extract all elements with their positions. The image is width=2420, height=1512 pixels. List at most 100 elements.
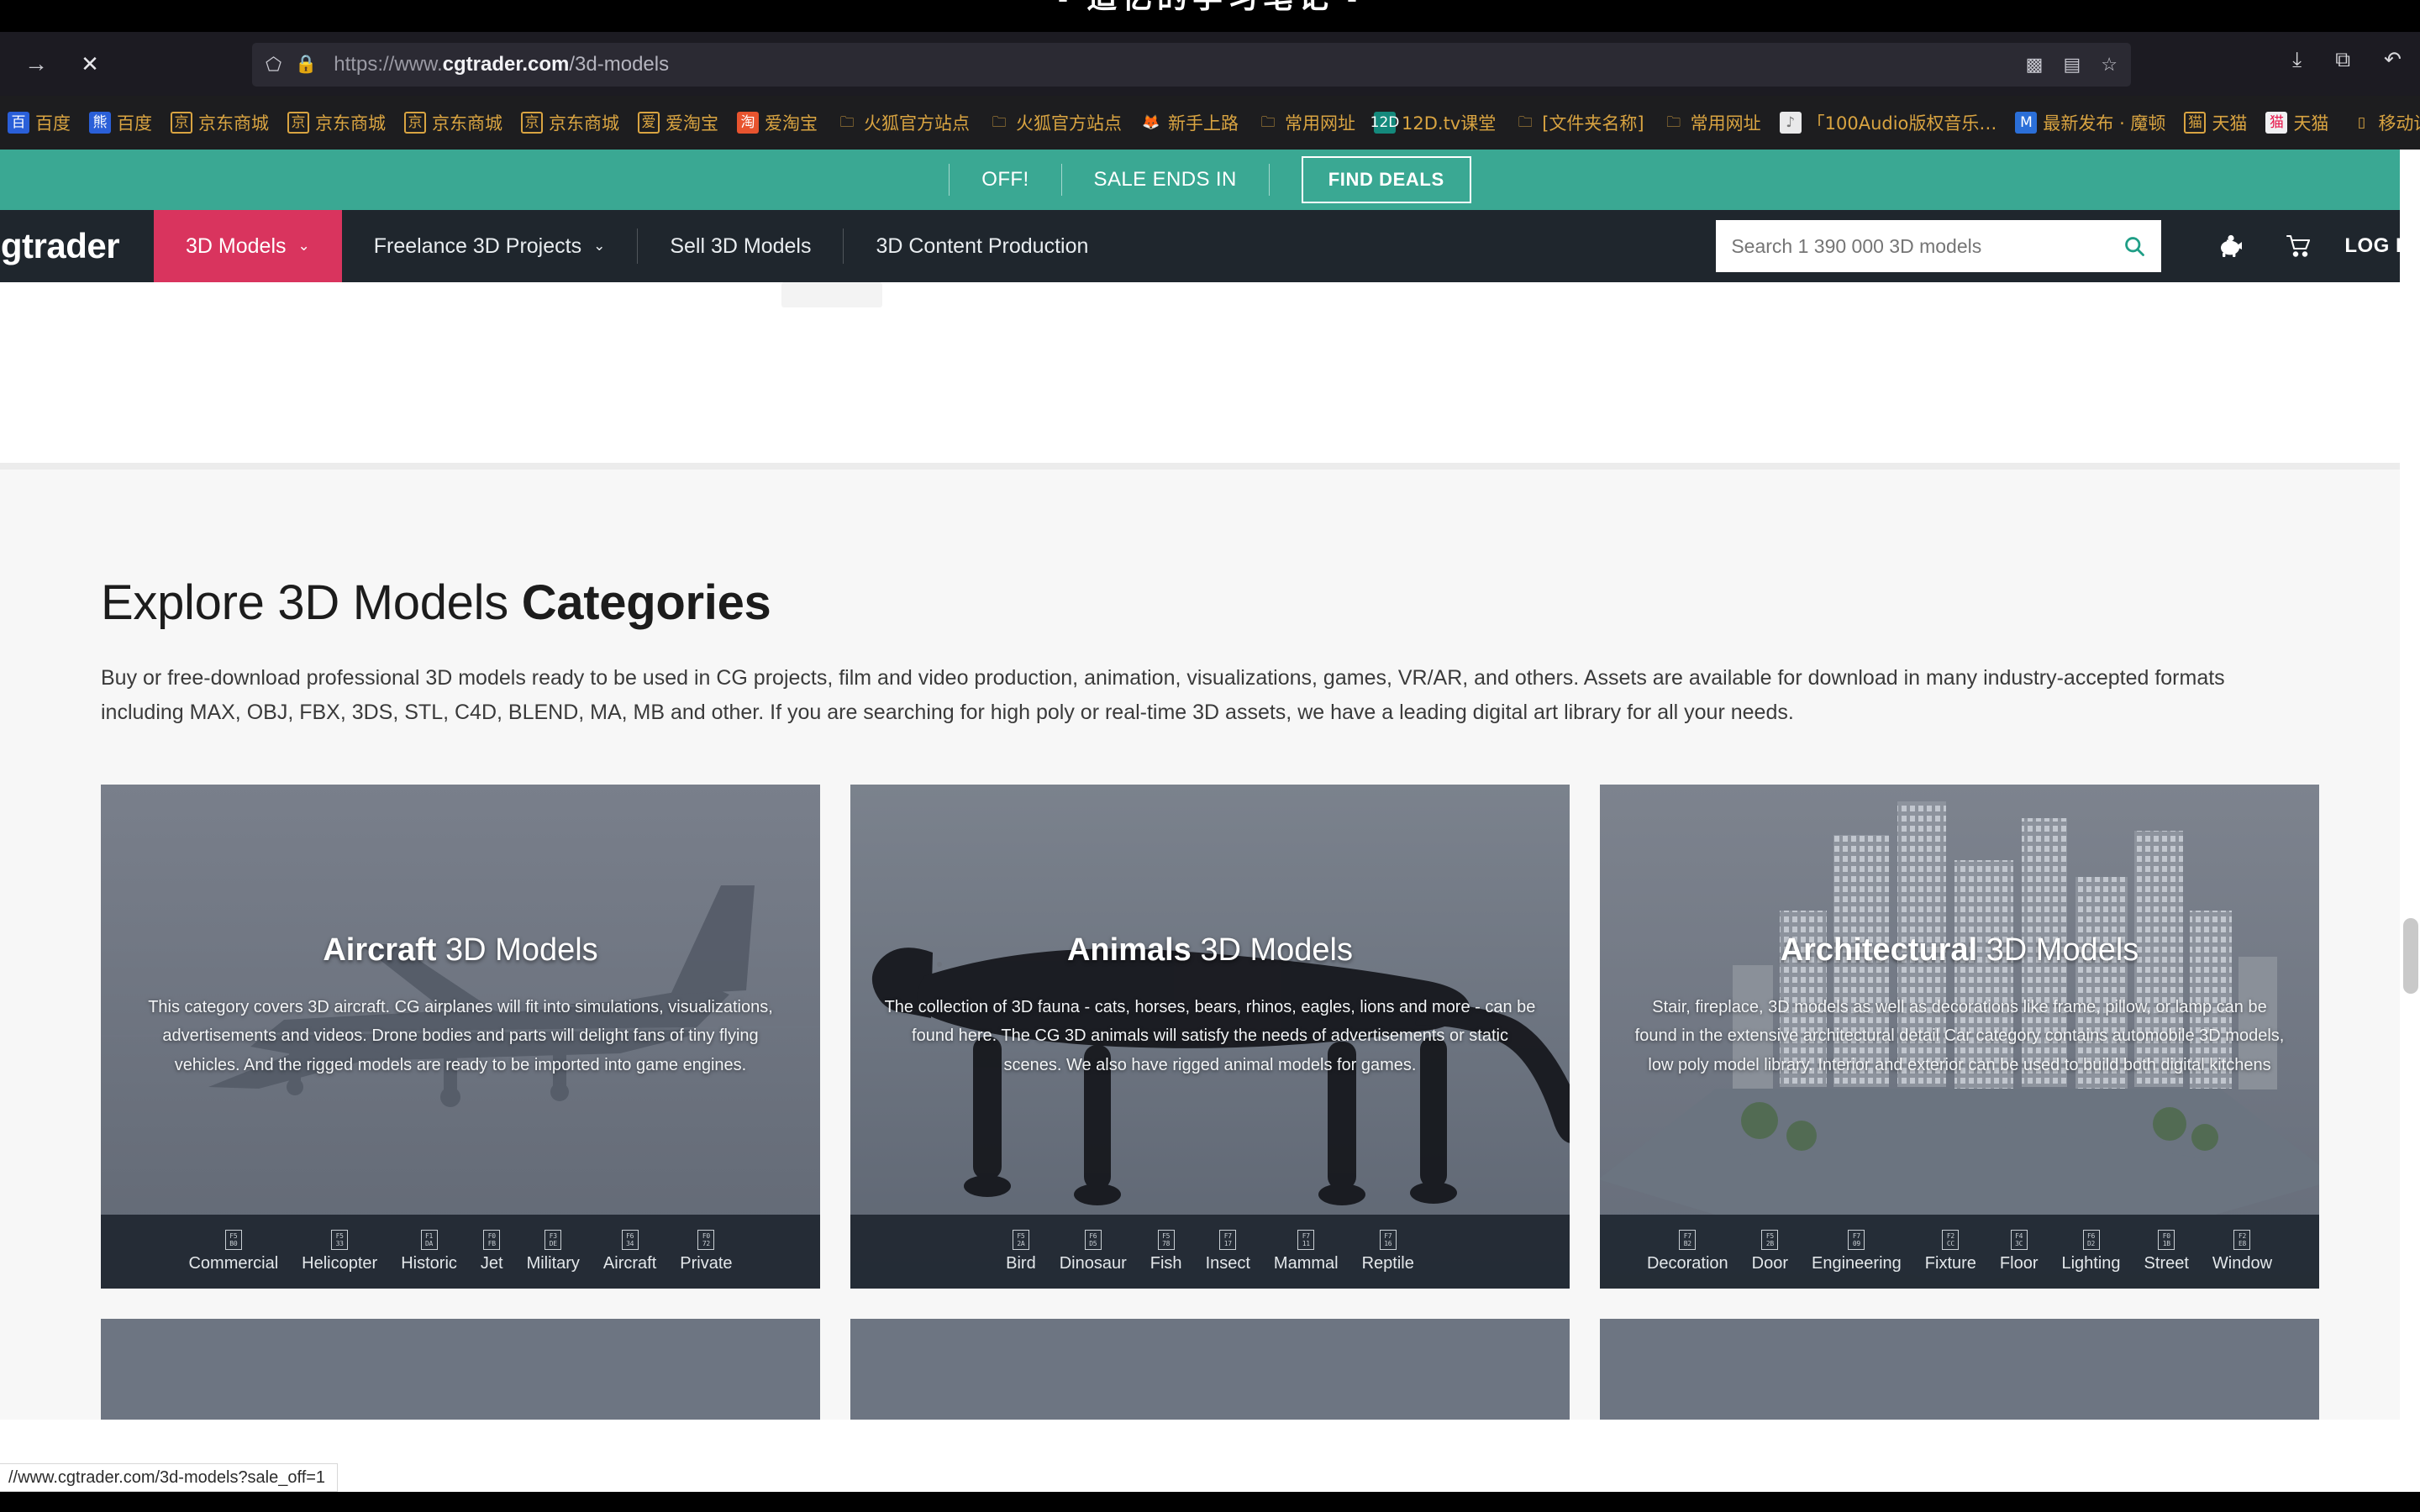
bookmark-item[interactable]: 🗀 火狐官方站点: [981, 107, 1129, 139]
bookmark-item[interactable]: 猫天猫: [2258, 107, 2336, 139]
favicon-icon: 熊: [89, 112, 111, 134]
site-logo[interactable]: cgtrader: [0, 210, 154, 282]
fish-icon: F5 78: [1157, 1230, 1175, 1250]
card-title-light: 3D Models: [1191, 932, 1354, 968]
subcategory-insect[interactable]: F7 17 Insect: [1194, 1230, 1262, 1273]
bookmark-item[interactable]: 🗀 常用网址: [1249, 107, 1363, 139]
category-card-partial[interactable]: [850, 1319, 1570, 1420]
category-card-animals[interactable]: Animals 3D Models The collection of 3D f…: [850, 785, 1570, 1289]
subcategory-mammal[interactable]: F7 11 Mammal: [1262, 1230, 1350, 1273]
qr-icon[interactable]: ▩: [2026, 54, 2044, 76]
piggy-bank-icon[interactable]: [2196, 234, 2265, 259]
forward-arrow-icon[interactable]: →: [22, 50, 50, 78]
subcategory-engineering[interactable]: F7 09 Engineering: [1800, 1230, 1913, 1273]
subcategory-historic[interactable]: F1 DA Historic: [389, 1230, 469, 1273]
bookmark-label: 爱淘宝: [666, 113, 718, 134]
subcategory-floor[interactable]: F4 3C Floor: [1988, 1230, 2050, 1273]
subcategory-dinosaur[interactable]: F6 D5 Dinosaur: [1048, 1230, 1139, 1273]
bookmark-item[interactable]: 🗀 [文件夹名称]: [1507, 107, 1651, 139]
bookmark-label: 京东商城: [549, 113, 619, 134]
historic-icon: F1 DA: [420, 1230, 438, 1250]
page-scrollbar[interactable]: [2400, 150, 2420, 1512]
bookmark-label: 火狐官方站点: [864, 113, 970, 134]
bookmark-item[interactable]: 熊百度: [82, 107, 160, 139]
subcategory-jet[interactable]: F0 FB Jet: [469, 1230, 515, 1273]
search-box[interactable]: [1716, 220, 2162, 272]
desktop-window-title-text: - 追忆的学习笔记 -: [1058, 0, 1362, 13]
shopping-cart-icon[interactable]: [2265, 234, 2333, 259]
favicon-icon: M: [2015, 112, 2038, 134]
category-card-partial[interactable]: [1600, 1319, 2319, 1420]
bookmark-item[interactable]: 京京东商城: [397, 107, 510, 139]
subcategory-label: Floor: [1999, 1254, 2039, 1273]
category-card-aircraft[interactable]: Aircraft 3D Models This category covers …: [101, 785, 820, 1289]
subcategory-door[interactable]: F5 2B Door: [1740, 1230, 1800, 1273]
lock-icon[interactable]: 🔒: [295, 55, 317, 75]
search-input[interactable]: [1731, 234, 2115, 258]
bookmark-item[interactable]: 京京东商城: [513, 107, 627, 139]
mammal-icon: F7 11: [1297, 1230, 1315, 1250]
bookmark-item[interactable]: 🦊 新手上路: [1133, 107, 1246, 139]
subcategory-label: Historic: [401, 1254, 457, 1273]
page-title: Explore 3D Models Categories: [101, 470, 2319, 631]
subcategory-label: Insect: [1205, 1254, 1250, 1273]
undo-icon[interactable]: ↶: [2384, 47, 2402, 72]
bookmark-item[interactable]: 百百度: [0, 107, 78, 139]
subcategory-street[interactable]: F0 1B Street: [2133, 1230, 2201, 1273]
bookmark-label: 新手上路: [1168, 113, 1239, 134]
subcategory-private[interactable]: F0 72 Private: [668, 1230, 744, 1273]
favicon-icon: 百: [8, 112, 29, 134]
subcategory-fish[interactable]: F5 78 Fish: [1139, 1230, 1194, 1273]
subcategory-decoration[interactable]: F7 B2 Decoration: [1635, 1230, 1740, 1273]
bookmark-item[interactable]: 猫天猫: [2176, 107, 2254, 139]
extension-icon[interactable]: ⧉: [2335, 48, 2350, 72]
bookmark-star-icon[interactable]: ☆: [2101, 54, 2118, 76]
subcategory-fixture[interactable]: F2 CC Fixture: [1913, 1230, 1988, 1273]
find-deals-button[interactable]: FIND DEALS: [1301, 156, 1471, 203]
bookmark-item[interactable]: ♪ 「100Audio版权音乐…: [1772, 107, 2005, 139]
nav-item-label: 3D Content Production: [876, 234, 1089, 258]
favicon-icon: 🗀: [992, 113, 1007, 131]
category-card-architectural[interactable]: Architectural 3D Models Stair, fireplace…: [1600, 785, 2319, 1289]
subcategory-aircraft[interactable]: F6 34 Aircraft: [592, 1230, 668, 1273]
favicon-icon: 猫: [2265, 112, 2288, 134]
subcategory-bird[interactable]: F5 2A Bird: [994, 1230, 1048, 1273]
mobile-device-icon: ▯: [2357, 113, 2366, 131]
subcategory-window[interactable]: F2 E8 Window: [2201, 1230, 2284, 1273]
nav-item-sell-3d-models[interactable]: Sell 3D Models: [638, 210, 843, 282]
navbar-right: LOG IN: [1716, 210, 2420, 282]
search-icon[interactable]: [2123, 234, 2146, 258]
subcategory-military[interactable]: F3 DE Military: [515, 1230, 592, 1273]
category-card-partial[interactable]: [101, 1319, 820, 1420]
page-title-bold: Categories: [521, 575, 771, 630]
bookmark-item[interactable]: 京京东商城: [163, 107, 276, 139]
subcategory-label: Helicopter: [302, 1254, 378, 1273]
stop-icon[interactable]: ✕: [76, 50, 104, 78]
shield-icon[interactable]: ⬠: [266, 54, 281, 76]
subcategory-helicopter[interactable]: F5 33 Helicopter: [290, 1230, 389, 1273]
bookmark-item[interactable]: 爱爱淘宝: [630, 107, 726, 139]
subcategory-lighting[interactable]: F6 D2 Lighting: [2049, 1230, 2132, 1273]
address-bar-url: https://www.cgtrader.com/3d-models: [334, 53, 669, 76]
subcategory-reptile[interactable]: F7 16 Reptile: [1350, 1230, 1426, 1273]
bookmark-mobile-devices[interactable]: ▯ 移动设备上的…: [2343, 107, 2420, 139]
nav-item-freelance-3d-projects[interactable]: Freelance 3D Projects ⌄: [342, 210, 638, 282]
favicon-icon: 🗀: [1260, 113, 1276, 131]
bookmark-item[interactable]: 🗀 火狐官方站点: [829, 107, 977, 139]
bookmark-item[interactable]: 京京东商城: [280, 107, 393, 139]
bird-icon: F5 2A: [1012, 1230, 1029, 1250]
bookmark-item[interactable]: 淘爱淘宝: [729, 107, 825, 139]
bookmark-label: 京东商城: [315, 113, 386, 134]
nav-item-3d-content-production[interactable]: 3D Content Production: [844, 210, 1120, 282]
bookmark-item[interactable]: M 最新发布 · 魔顿: [2007, 107, 2173, 139]
subcategory-commercial[interactable]: F5 B0 Commercial: [176, 1230, 290, 1273]
reader-view-icon[interactable]: ▤: [2063, 54, 2081, 76]
bookmark-item[interactable]: 🗀 常用网址: [1655, 107, 1769, 139]
subcategory-label: Bird: [1006, 1254, 1036, 1273]
address-bar[interactable]: ⬠ 🔒 https://www.cgtrader.com/3d-models ▩…: [252, 43, 2131, 87]
scrollbar-thumb[interactable]: [2403, 918, 2418, 994]
card-title: Animals 3D Models: [850, 932, 1570, 969]
download-icon[interactable]: ⤓: [2292, 48, 2302, 72]
nav-item-3d-models[interactable]: 3D Models ⌄: [154, 210, 342, 282]
bookmark-item[interactable]: 12D 12D.tv课堂: [1366, 107, 1503, 139]
